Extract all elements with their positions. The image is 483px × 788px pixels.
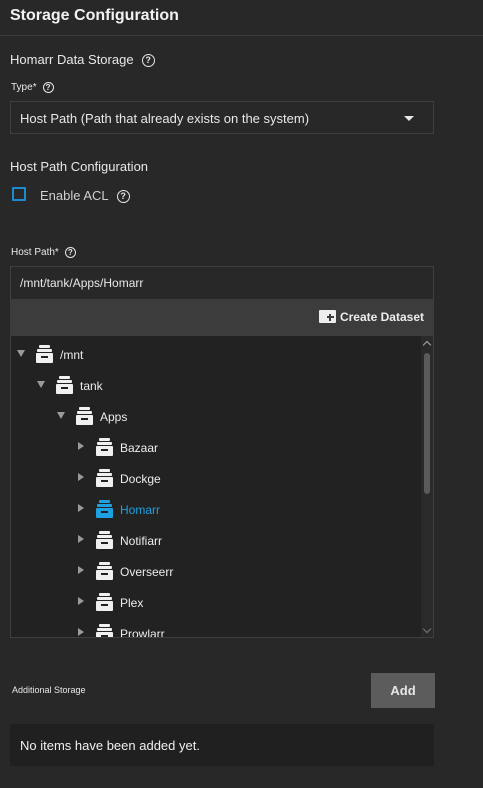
enable-acl-label[interactable]: Enable ACL?: [40, 188, 130, 204]
tree-node-label: Notifiarr: [120, 534, 163, 548]
help-circle-icon[interactable]: ?: [141, 54, 155, 68]
data-storage-label: Homarr Data Storage: [10, 52, 134, 67]
type-label: Type: [11, 82, 33, 94]
tree-node-label: Plex: [120, 596, 144, 610]
help-circle-icon[interactable]: ?: [42, 82, 54, 93]
file-explorer-tree[interactable]: /mnt tank Apps Bazaar Dockge Homarr Notifiarr O…: [10, 336, 434, 638]
help-circle-icon[interactable]: ?: [116, 190, 130, 204]
caret-right-icon[interactable]: [78, 597, 84, 605]
enable-acl-checkbox[interactable]: [12, 187, 26, 201]
additional-storage-label: Additional Storage: [12, 685, 86, 695]
section-header: Storage Configuration: [0, 0, 483, 36]
create-dataset-label: Create Dataset: [339, 310, 424, 324]
dataset-icon: [96, 593, 113, 611]
dataset-icon: [36, 345, 53, 363]
tree-node-label: Bazaar: [120, 441, 159, 455]
caret-down-icon: [404, 116, 414, 121]
tree-node-label: /mnt: [60, 348, 84, 362]
caret-down-icon[interactable]: [17, 350, 25, 357]
required-asterisk: *: [32, 82, 37, 94]
dataset-icon: [96, 438, 113, 456]
dataset-icon: [56, 376, 73, 394]
type-label-row: Type*?: [11, 82, 54, 93]
dataset-icon: [96, 531, 113, 549]
required-asterisk: *: [54, 247, 59, 259]
scrollbar-thumb[interactable]: [424, 353, 430, 494]
caret-right-icon[interactable]: [78, 566, 84, 574]
caret-right-icon[interactable]: [78, 628, 84, 636]
scroll-up-icon[interactable]: [422, 340, 432, 350]
folder-plus-icon: [318, 310, 336, 323]
caret-right-icon[interactable]: [78, 504, 84, 512]
dataset-icon: [76, 407, 93, 425]
create-dataset-button[interactable]: Create Dataset: [318, 310, 424, 324]
dataset-icon: [96, 469, 113, 487]
tree-node-label: Dockge: [120, 472, 161, 486]
tree-node-label: Apps: [100, 410, 128, 424]
page-title: Storage Configuration: [10, 7, 179, 24]
host-path-label: Host Path: [11, 247, 55, 259]
caret-right-icon[interactable]: [78, 442, 84, 450]
tree-scrollbar[interactable]: [421, 336, 433, 637]
tree-node-label: Overseerr: [120, 565, 174, 579]
caret-right-icon[interactable]: [78, 473, 84, 481]
storage-configuration-page: Storage Configuration Homarr Data Storag…: [0, 0, 483, 788]
host-path-value: /mnt/tank/Apps/Homarr: [20, 276, 144, 290]
dataset-icon: [96, 624, 113, 637]
dataset-icon: [96, 500, 113, 518]
enable-acl-text: Enable ACL: [40, 188, 109, 203]
tree-node-label: Prowlarr: [120, 627, 165, 638]
type-select[interactable]: Host Path (Path that already exists on t…: [10, 101, 434, 134]
additional-storage-list: No items have been added yet.: [10, 724, 434, 766]
explorer-toolbar: Create Dataset: [10, 299, 434, 336]
caret-down-icon[interactable]: [37, 381, 45, 388]
tree-node-label: tank: [80, 379, 103, 393]
add-storage-button[interactable]: Add: [371, 673, 435, 708]
scroll-down-icon[interactable]: [422, 624, 432, 634]
host-path-config-heading: Host Path Configuration: [10, 159, 149, 174]
caret-down-icon[interactable]: [57, 412, 65, 419]
data-storage-heading: Homarr Data Storage?: [10, 52, 155, 68]
type-select-value: Host Path (Path that already exists on t…: [20, 111, 310, 126]
empty-state-text: No items have been added yet.: [20, 738, 200, 753]
help-circle-icon[interactable]: ?: [64, 247, 76, 258]
host-path-label-row: Host Path*?: [11, 247, 76, 258]
dataset-icon: [96, 562, 113, 580]
tree-node-label: Homarr: [120, 503, 161, 517]
caret-right-icon[interactable]: [78, 535, 84, 543]
host-path-input[interactable]: /mnt/tank/Apps/Homarr: [10, 266, 434, 299]
